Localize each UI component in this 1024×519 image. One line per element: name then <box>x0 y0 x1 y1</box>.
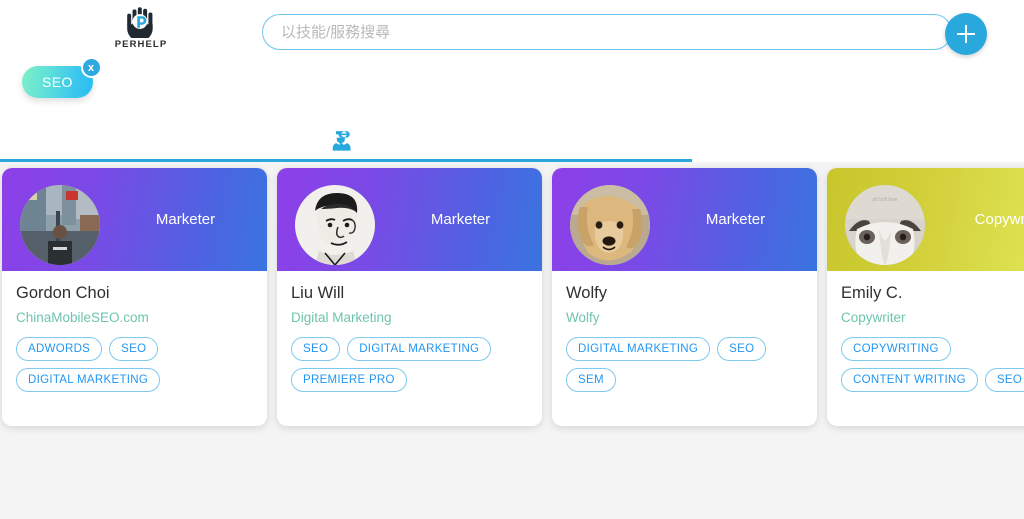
add-button[interactable] <box>945 13 987 55</box>
skill-tag[interactable]: DIGITAL MARKETING <box>566 337 711 361</box>
avatar <box>295 185 375 265</box>
profile-card[interactable]: Marketer Gordon Choi ChinaMobileSEO.com … <box>2 168 267 426</box>
top-header-bar: PERHELP SEO x <box>0 0 1024 117</box>
card-body: Wolfy Wolfy DIGITAL MARKETING SEO SEM <box>552 271 817 426</box>
card-role-label: Marketer <box>155 211 216 228</box>
hand-p-logo-icon <box>124 4 158 38</box>
skill-tag[interactable]: COPYWRITING <box>841 337 951 361</box>
card-header: pit bull love Copywriter <box>827 168 1024 271</box>
card-header: Marketer <box>552 168 817 271</box>
skill-tag[interactable]: DIGITAL MARKETING <box>347 337 492 361</box>
active-tab-underline <box>0 159 692 162</box>
avatar <box>20 185 100 265</box>
skill-tag[interactable]: SEM <box>566 368 616 392</box>
card-role-label: Marketer <box>430 211 491 228</box>
person-subtitle: Wolfy <box>566 310 600 325</box>
tab-people[interactable] <box>316 117 364 162</box>
skill-tag[interactable]: ADWORDS <box>16 337 103 361</box>
card-body: Liu Will Digital Marketing SEO DIGITAL M… <box>277 271 542 426</box>
profile-card-list: Marketer Gordon Choi ChinaMobileSEO.com … <box>0 168 1024 438</box>
profile-card[interactable]: Marketer Liu Will Digital Marketing SEO … <box>277 168 542 426</box>
close-icon[interactable]: x <box>80 57 102 78</box>
active-filters: SEO x <box>22 57 102 100</box>
skill-tag[interactable]: CONTENT WRITING <box>841 368 978 392</box>
search-input[interactable] <box>262 14 952 50</box>
person-name: Gordon Choi <box>16 284 110 302</box>
person-name: Emily C. <box>841 284 903 302</box>
card-role-label: Copywriter <box>974 211 1024 228</box>
skill-tag-list: SEO DIGITAL MARKETING PREMIERE PRO <box>291 337 528 392</box>
card-header: Marketer <box>277 168 542 271</box>
person-subtitle: Digital Marketing <box>291 310 392 325</box>
person-with-glasses-icon <box>327 127 353 153</box>
person-name: Liu Will <box>291 284 345 302</box>
profile-card[interactable]: pit bull love Copywriter Emily C. Copywr… <box>827 168 1024 426</box>
svg-text:pit bull love: pit bull love <box>872 197 897 203</box>
profile-card[interactable]: Marketer Wolfy Wolfy DIGITAL MARKETING S… <box>552 168 817 426</box>
filter-chip-seo[interactable]: SEO x <box>22 57 102 98</box>
tab-bar <box>0 117 1024 162</box>
search-field-wrapper <box>262 14 952 50</box>
skill-tag[interactable]: SEO <box>717 337 767 361</box>
skill-tag-list: DIGITAL MARKETING SEO SEM <box>566 337 803 392</box>
logo-wordmark: PERHELP <box>114 39 168 50</box>
skill-tag[interactable]: SEO <box>291 337 341 361</box>
card-header: Marketer <box>2 168 267 271</box>
skill-tag[interactable]: SEO <box>109 337 159 361</box>
plus-icon-vertical <box>965 25 967 43</box>
card-body: Emily C. Copywriter COPYWRITING CONTENT … <box>827 271 1024 426</box>
skill-tag[interactable]: SEO <box>984 368 1024 392</box>
card-role-label: Marketer <box>705 211 766 228</box>
app-logo[interactable]: PERHELP <box>110 4 172 56</box>
skill-tag[interactable]: DIGITAL MARKETING <box>16 368 161 392</box>
person-subtitle: Copywriter <box>841 310 906 325</box>
person-name: Wolfy <box>566 284 607 302</box>
skill-tag[interactable]: PREMIERE PRO <box>291 368 407 392</box>
person-subtitle: ChinaMobileSEO.com <box>16 310 149 325</box>
avatar: pit bull love <box>845 185 925 265</box>
avatar <box>570 185 650 265</box>
filter-chip-label: SEO <box>42 74 73 90</box>
skill-tag-list: COPYWRITING CONTENT WRITING SEO <box>841 337 1024 392</box>
skill-tag-list: ADWORDS SEO DIGITAL MARKETING <box>16 337 253 392</box>
card-body: Gordon Choi ChinaMobileSEO.com ADWORDS S… <box>2 271 267 426</box>
